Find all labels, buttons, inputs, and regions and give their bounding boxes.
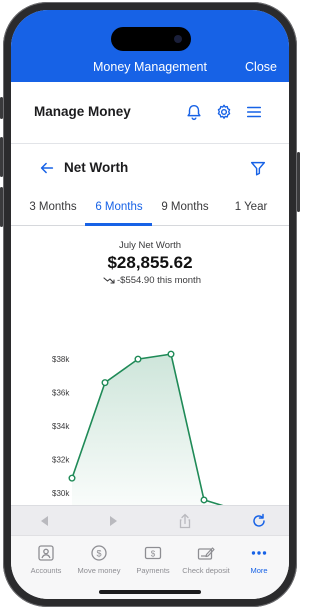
tab-label: Payments <box>136 566 170 575</box>
tab-label: More <box>250 566 268 575</box>
tab-more[interactable]: More <box>230 544 288 575</box>
data-point[interactable] <box>167 350 175 358</box>
data-point[interactable] <box>134 355 142 363</box>
accounts-icon <box>38 545 54 561</box>
data-point[interactable] <box>68 474 76 482</box>
tab-6-months[interactable]: 6 Months <box>86 201 152 213</box>
more-icon <box>251 551 267 555</box>
monthly-change: -$554.90 this month <box>103 275 201 286</box>
phone-frame: Money Management Close Manage Money Net <box>0 2 300 607</box>
summary-label: July Net Worth <box>118 240 182 251</box>
refresh-icon[interactable] <box>251 513 267 529</box>
tab-3-months[interactable]: 3 Months <box>20 201 86 213</box>
change-amount: -$554.90 <box>117 275 155 286</box>
net-worth-content: July Net Worth $28,855.62 -$554.90 this … <box>11 227 289 510</box>
tab-move-money[interactable]: $ Move money <box>70 544 128 575</box>
y-tick-label: $38k <box>52 355 70 364</box>
chart-area <box>72 354 237 510</box>
tab-label: Check deposit <box>182 566 230 575</box>
tab-check-deposit[interactable]: Check deposit <box>177 544 235 575</box>
section-title: Net Worth <box>64 160 129 175</box>
tab-1-year[interactable]: 1 Year <box>218 201 284 213</box>
close-button[interactable]: Close <box>245 60 277 74</box>
home-indicator <box>99 590 201 594</box>
net-worth-header: Net Worth <box>11 144 289 192</box>
volume-down-button <box>0 187 3 227</box>
volume-up-button <box>0 137 3 177</box>
page-title: Manage Money <box>34 104 131 119</box>
bottom-tab-bar: Accounts $ Move money $ Payments Check d… <box>11 535 289 599</box>
bell-icon[interactable] <box>185 103 203 121</box>
active-tab-indicator <box>85 223 152 226</box>
period-tabs: 3 Months 6 Months 9 Months 1 Year <box>11 192 289 226</box>
data-point[interactable] <box>101 379 109 387</box>
mute-switch <box>0 97 3 119</box>
forward-triangle-icon[interactable] <box>105 513 121 529</box>
share-icon[interactable] <box>177 513 193 529</box>
screen: Money Management Close Manage Money Net <box>11 10 289 599</box>
net-worth-chart: $38k $36k $34k $32k $30k <box>52 350 241 510</box>
gear-icon[interactable] <box>215 103 233 121</box>
dynamic-island <box>111 27 191 51</box>
back-triangle-icon[interactable] <box>37 513 53 529</box>
svg-text:$: $ <box>96 549 101 559</box>
tab-9-months[interactable]: 9 Months <box>152 201 218 213</box>
tab-label: Move money <box>77 566 121 575</box>
check-deposit-icon <box>197 547 215 560</box>
back-arrow-icon[interactable] <box>38 159 56 177</box>
tab-accounts[interactable]: Accounts <box>17 544 75 575</box>
tab-payments[interactable]: $ Payments <box>124 544 182 575</box>
payments-icon: $ <box>144 546 162 560</box>
camera-icon <box>174 35 182 43</box>
browser-toolbar <box>11 505 289 535</box>
y-tick-label: $34k <box>52 422 70 431</box>
trend-down-icon <box>103 277 115 285</box>
y-tick-label: $36k <box>52 389 70 398</box>
tab-label: Accounts <box>30 566 62 575</box>
manage-money-header: Manage Money <box>11 82 289 144</box>
move-money-icon: $ <box>91 545 107 561</box>
power-button <box>297 152 300 212</box>
y-tick-label: $32k <box>52 456 70 465</box>
menu-icon[interactable] <box>245 103 263 121</box>
net-worth-value: $28,855.62 <box>107 253 193 272</box>
data-point[interactable] <box>200 496 208 504</box>
filter-icon[interactable] <box>249 159 267 177</box>
change-suffix: this month <box>157 275 201 286</box>
y-tick-label: $30k <box>52 489 70 498</box>
svg-text:$: $ <box>151 549 156 558</box>
